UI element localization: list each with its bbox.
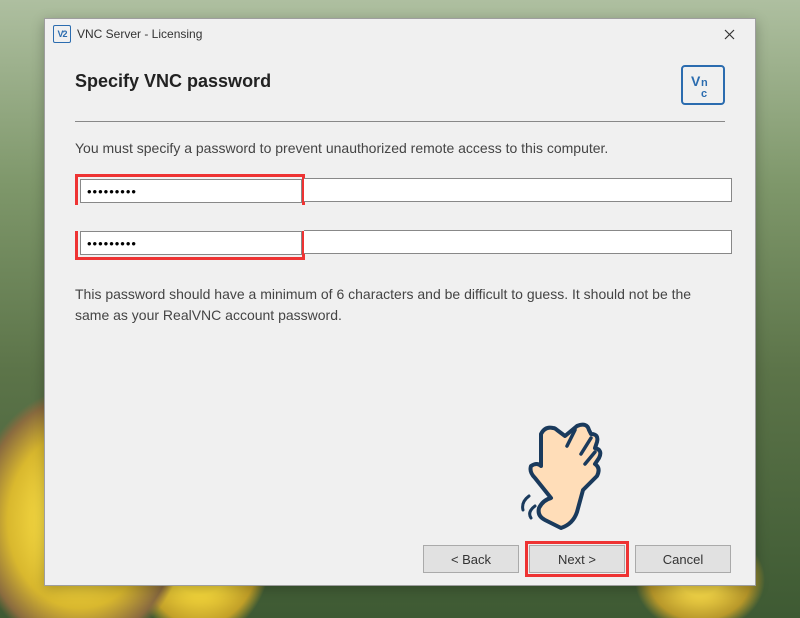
password-field-extension[interactable]	[304, 178, 732, 202]
app-icon: V2	[53, 25, 71, 43]
page-title: Specify VNC password	[75, 71, 271, 92]
svg-text:c: c	[701, 88, 707, 98]
dialog-content: Specify VNC password V n c You must spec…	[45, 49, 755, 533]
cancel-button[interactable]: Cancel	[635, 545, 731, 573]
confirm-password-field[interactable]	[80, 231, 302, 255]
window-title: VNC Server - Licensing	[77, 27, 707, 41]
button-row: < Back Next > Cancel	[423, 545, 731, 573]
password-hint: This password should have a minimum of 6…	[75, 284, 725, 326]
instruction-text: You must specify a password to prevent u…	[75, 140, 725, 156]
password-field[interactable]	[80, 179, 302, 203]
back-button[interactable]: < Back	[423, 545, 519, 573]
next-button[interactable]: Next >	[529, 545, 625, 573]
close-icon[interactable]	[707, 20, 751, 48]
svg-text:V: V	[691, 73, 701, 89]
confirm-password-field-extension[interactable]	[304, 230, 732, 254]
titlebar[interactable]: V2 VNC Server - Licensing	[45, 19, 755, 49]
password-highlight	[75, 174, 305, 260]
vnc-logo-icon: V n c	[681, 65, 725, 105]
licensing-dialog: V2 VNC Server - Licensing Specify VNC pa…	[44, 18, 756, 586]
